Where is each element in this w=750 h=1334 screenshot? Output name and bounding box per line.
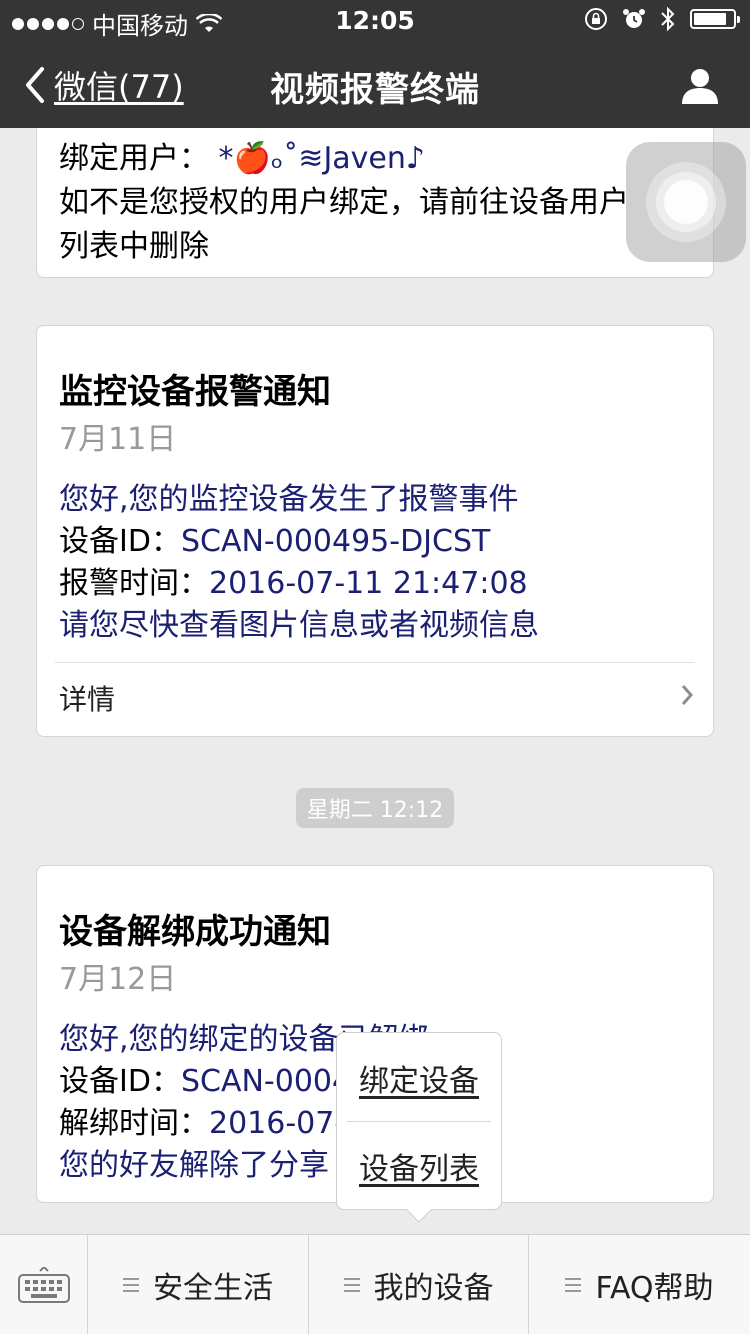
menu-my-devices[interactable]: 我的设备 [309, 1235, 529, 1334]
user-profile-icon[interactable] [680, 66, 720, 106]
alarm-time-label: 报警时间： [59, 566, 209, 601]
menu-faq-help[interactable]: FAQ帮助 [529, 1235, 750, 1334]
bound-user-warning: 如不是您授权的用户绑定，请前往设备用户 [59, 185, 629, 220]
rotation-lock-icon [585, 8, 607, 30]
unbind-time-label: 解绑时间： [59, 1106, 209, 1141]
menu-safe-life[interactable]: 安全生活 [88, 1235, 309, 1334]
card-divider [55, 662, 695, 663]
page-title: 视频报警终端 [270, 70, 480, 110]
menu-label: 安全生活 [153, 1271, 273, 1306]
battery-icon [690, 9, 740, 29]
menu-item-bind-device[interactable]: 绑定设备 [337, 1035, 501, 1121]
nav-bar: 微信(77) 视频报警终端 [0, 40, 750, 128]
menu-item-device-list[interactable]: 设备列表 [337, 1123, 501, 1209]
bluetooth-icon [661, 6, 675, 32]
device-id-value: SCAN-000495-DJCST [180, 524, 491, 559]
bound-user-name: *🍎ₒ˚≋Javen♪ [218, 141, 426, 176]
card-title: 设备解绑成功通知 [59, 912, 331, 952]
chat-timestamp: 星期二 12:12 [296, 788, 454, 828]
card-date: 7月11日 [59, 422, 177, 457]
assistive-touch-button[interactable] [626, 142, 746, 262]
device-id-label: 设备ID： [59, 1064, 181, 1099]
alarm-greeting: 您好,您的监控设备发生了报警事件 [59, 482, 519, 517]
device-id-label: 设备ID： [59, 524, 181, 559]
alarm-note: 请您尽快查看图片信息或者视频信息 [59, 608, 539, 643]
bottom-menu-bar: 安全生活 我的设备 FAQ帮助 [0, 1234, 750, 1334]
chevron-right-icon[interactable] [679, 683, 695, 707]
unbind-note: 您的好友解除了分享 [59, 1148, 329, 1183]
message-card-alarm[interactable]: 监控设备报警通知 7月11日 您好,您的监控设备发生了报警事件 设备ID：SCA… [36, 325, 714, 737]
alarm-time-value: 2016-07-11 21:47:08 [209, 566, 528, 601]
menu-list-icon [123, 1278, 139, 1292]
keyboard-icon [18, 1267, 70, 1303]
menu-label: FAQ帮助 [595, 1271, 714, 1306]
menu-list-icon [343, 1278, 360, 1292]
card-title: 监控设备报警通知 [59, 372, 331, 412]
status-bar: 中国移动 12:05 [0, 0, 750, 40]
menu-divider [347, 1121, 491, 1122]
menu-list-icon [565, 1278, 582, 1292]
submenu-popup: 绑定设备 设备列表 [336, 1032, 502, 1223]
message-card-bound-user: 绑定用户： *🍎ₒ˚≋Javen♪ 如不是您授权的用户绑定，请前往设备用户 列表… [36, 128, 714, 278]
menu-label: 我的设备 [373, 1271, 494, 1306]
card-date: 7月12日 [59, 962, 177, 997]
alarm-icon [623, 9, 645, 28]
bound-user-warning-cont: 列表中删除 [59, 229, 209, 264]
bound-user-label: 绑定用户： [59, 141, 209, 176]
detail-link[interactable]: 详情 [59, 678, 115, 718]
keyboard-toggle-button[interactable] [0, 1235, 88, 1334]
